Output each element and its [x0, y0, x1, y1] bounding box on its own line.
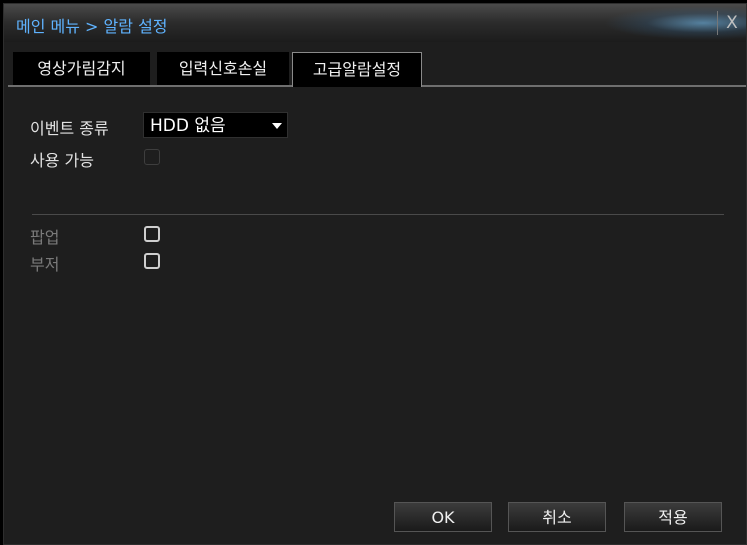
- tab-label: 고급알람설정: [312, 60, 402, 79]
- event-type-label: 이벤트 종류: [30, 119, 109, 138]
- close-button[interactable]: X: [717, 11, 746, 35]
- cancel-button-label: 취소: [542, 508, 572, 527]
- section-divider: [32, 214, 724, 215]
- tab-label: 입력신호손실: [178, 59, 268, 78]
- enable-checkbox: [144, 149, 160, 165]
- cancel-button[interactable]: 취소: [508, 502, 606, 532]
- close-icon: X: [726, 13, 738, 33]
- window-title: 메인 메뉴 > 알람 설정: [16, 17, 168, 36]
- ok-button[interactable]: OK: [394, 502, 492, 532]
- popup-checkbox[interactable]: [144, 226, 160, 242]
- popup-label: 팝업: [30, 228, 60, 247]
- tab-video-blind[interactable]: 영상가림감지: [13, 52, 150, 85]
- tab-advanced-alarm[interactable]: 고급알람설정: [292, 52, 422, 87]
- tab-signal-loss[interactable]: 입력신호손실: [157, 52, 289, 85]
- alarm-settings-window: 메인 메뉴 > 알람 설정 X 영상가림감지 입력신호손실 고급알람설정 이벤트…: [3, 3, 747, 545]
- enable-label: 사용 가능: [30, 151, 94, 170]
- buzzer-checkbox[interactable]: [144, 253, 160, 269]
- chevron-down-icon: [272, 123, 282, 129]
- title-bar: 메인 메뉴 > 알람 설정 X: [4, 4, 746, 42]
- ok-button-label: OK: [431, 508, 455, 527]
- event-type-select[interactable]: HDD 없음: [143, 112, 288, 138]
- apply-button[interactable]: 적용: [624, 502, 722, 532]
- event-type-value: HDD 없음: [150, 116, 226, 136]
- tab-label: 영상가림감지: [37, 59, 126, 78]
- tab-bar: 영상가림감지 입력신호손실 고급알람설정: [8, 52, 746, 87]
- apply-button-label: 적용: [658, 508, 688, 527]
- buzzer-label: 부저: [30, 255, 60, 274]
